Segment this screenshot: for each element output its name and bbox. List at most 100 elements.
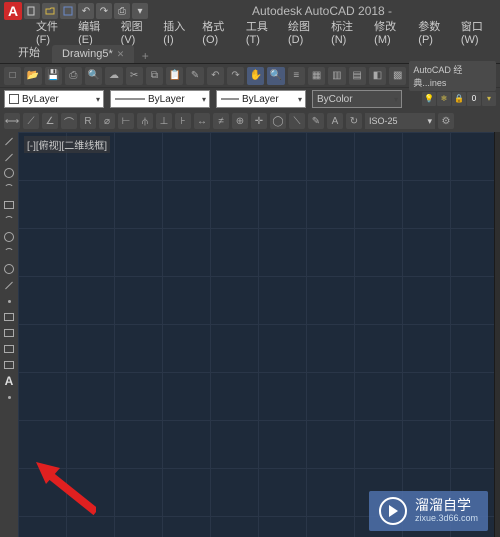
lock-icon[interactable]: 🔒 bbox=[452, 92, 466, 106]
markup-icon[interactable]: ◧ bbox=[369, 67, 386, 85]
plot-icon[interactable]: ⎙ bbox=[65, 67, 82, 85]
inspect-icon[interactable]: ◯ bbox=[270, 113, 286, 129]
menu-edit[interactable]: 编辑(E) bbox=[72, 18, 115, 46]
line-tool[interactable] bbox=[2, 134, 16, 148]
close-icon[interactable]: ✕ bbox=[117, 49, 125, 60]
bulb-icon[interactable]: 💡 bbox=[422, 92, 436, 106]
tool-palette-icon[interactable]: ▥ bbox=[328, 67, 345, 85]
standard-toolbar: □ 📂 💾 ⎙ 🔍 ☁ ✂ ⧉ 📋 ✎ ↶ ↷ ✋ 🔍 ≡ ▦ ▥ ▤ ◧ ▩ … bbox=[0, 64, 500, 88]
new-icon[interactable] bbox=[24, 3, 40, 19]
watermark: 溜溜自学 zixue.3d66.com bbox=[369, 491, 488, 531]
layer-dropdown-icon[interactable]: ▾ bbox=[482, 92, 496, 106]
menu-draw[interactable]: 绘图(D) bbox=[282, 18, 325, 46]
ellipse-tool[interactable] bbox=[2, 230, 16, 244]
linetype-combo[interactable]: ByLayer bbox=[110, 90, 210, 108]
dim-angular-icon[interactable]: ∠ bbox=[42, 113, 58, 129]
menu-format[interactable]: 格式(O) bbox=[196, 18, 240, 46]
dim-arc-icon[interactable]: ⌒ bbox=[61, 113, 77, 129]
dim-aligned-icon[interactable]: ⟋ bbox=[23, 113, 39, 129]
point-tool[interactable] bbox=[2, 294, 16, 308]
tolerance-icon[interactable]: ⊕ bbox=[232, 113, 248, 129]
preview-icon[interactable]: 🔍 bbox=[85, 67, 102, 85]
dim-update-icon[interactable]: ↻ bbox=[346, 113, 362, 129]
app-logo: A bbox=[4, 2, 22, 20]
properties-icon[interactable]: ≡ bbox=[288, 67, 305, 85]
dimension-toolbar: ⟷ ⟋ ∠ ⌒ R ⌀ ⊢ ⫛ ⊥ ⊦ ↔ ≠ ⊕ ✛ ◯ ⟍ ✎ A ↻ IS… bbox=[0, 110, 500, 132]
circle-tool[interactable] bbox=[2, 166, 16, 180]
menu-insert[interactable]: 插入(I) bbox=[157, 18, 196, 46]
rectangle-tool[interactable] bbox=[2, 198, 16, 212]
pan-icon[interactable]: ✋ bbox=[247, 67, 264, 85]
dim-continue-icon[interactable]: ⊦ bbox=[175, 113, 191, 129]
arc-tool[interactable] bbox=[2, 182, 16, 196]
redo-icon[interactable]: ↷ bbox=[96, 3, 112, 19]
spline-tool[interactable] bbox=[2, 214, 16, 228]
viewport-label[interactable]: [-][俯视][二维线框] bbox=[24, 136, 110, 153]
region-tool[interactable] bbox=[2, 342, 16, 356]
workspace-selector[interactable]: AutoCAD 经典...ines bbox=[409, 61, 496, 91]
new-tab-button[interactable]: + bbox=[136, 49, 154, 63]
match-icon[interactable]: ✎ bbox=[186, 67, 203, 85]
redo-button-icon[interactable]: ↷ bbox=[227, 67, 244, 85]
ray-tool[interactable] bbox=[2, 278, 16, 292]
print-icon[interactable]: ⎙ bbox=[114, 3, 130, 19]
dimstyle-combo[interactable]: ISO-25 bbox=[365, 113, 435, 129]
dim-break-icon[interactable]: ≠ bbox=[213, 113, 229, 129]
right-strip[interactable] bbox=[494, 132, 500, 537]
save-file-icon[interactable]: 💾 bbox=[45, 67, 62, 85]
zoom-icon[interactable]: 🔍 bbox=[267, 67, 284, 85]
qat-dropdown-icon[interactable]: ▾ bbox=[132, 3, 148, 19]
table-tool[interactable] bbox=[2, 358, 16, 372]
paste-icon[interactable]: 📋 bbox=[166, 67, 183, 85]
dim-edit-icon[interactable]: ✎ bbox=[308, 113, 324, 129]
draw-toolbar: A bbox=[0, 132, 18, 537]
undo-icon[interactable]: ↶ bbox=[78, 3, 94, 19]
gradient-tool[interactable] bbox=[2, 326, 16, 340]
menu-tools[interactable]: 工具(T) bbox=[240, 18, 282, 46]
cut-icon[interactable]: ✂ bbox=[126, 67, 143, 85]
drawing-canvas[interactable]: [-][俯视][二维线框] 溜溜自学 zixue.3d66.com bbox=[18, 132, 494, 537]
revision-cloud-tool[interactable] bbox=[2, 262, 16, 276]
dim-text-edit-icon[interactable]: A bbox=[327, 113, 343, 129]
quickcalc-icon[interactable]: ▩ bbox=[389, 67, 406, 85]
menu-view[interactable]: 视图(V) bbox=[115, 18, 158, 46]
sheet-set-icon[interactable]: ▤ bbox=[349, 67, 366, 85]
center-mark-icon[interactable]: ✛ bbox=[251, 113, 267, 129]
dim-linear-icon[interactable]: ⟷ bbox=[4, 113, 20, 129]
dimstyle-manager-icon[interactable]: ⚙ bbox=[438, 113, 454, 129]
menu-parameter[interactable]: 参数(P) bbox=[412, 18, 455, 46]
polyline-tool[interactable] bbox=[2, 150, 16, 164]
ellipse-arc-tool[interactable] bbox=[2, 246, 16, 260]
addselect-tool[interactable] bbox=[2, 390, 16, 404]
tab-drawing[interactable]: Drawing5* ✕ bbox=[52, 45, 134, 63]
undo-button-icon[interactable]: ↶ bbox=[207, 67, 224, 85]
new-file-icon[interactable]: □ bbox=[4, 67, 21, 85]
freeze-icon[interactable]: ❄ bbox=[437, 92, 451, 106]
lineweight-value: ByLayer bbox=[242, 94, 279, 105]
design-center-icon[interactable]: ▦ bbox=[308, 67, 325, 85]
open-file-icon[interactable]: 📂 bbox=[24, 67, 41, 85]
layer-combo[interactable]: ByLayer bbox=[4, 90, 104, 108]
open-icon[interactable] bbox=[42, 3, 58, 19]
save-icon[interactable] bbox=[60, 3, 76, 19]
menu-window[interactable]: 窗口(W) bbox=[455, 18, 500, 46]
hatch-tool[interactable] bbox=[2, 310, 16, 324]
copy-icon[interactable]: ⧉ bbox=[146, 67, 163, 85]
color-combo[interactable]: ByColor bbox=[312, 90, 402, 108]
dim-diameter-icon[interactable]: ⌀ bbox=[99, 113, 115, 129]
text-tool[interactable]: A bbox=[2, 374, 16, 388]
window-title: Autodesk AutoCAD 2018 - bbox=[148, 4, 496, 18]
menu-modify[interactable]: 修改(M) bbox=[368, 18, 412, 46]
lineweight-combo[interactable]: ByLayer bbox=[216, 90, 306, 108]
publish-icon[interactable]: ☁ bbox=[105, 67, 122, 85]
dim-radius-icon[interactable]: R bbox=[80, 113, 96, 129]
menu-dimension[interactable]: 标注(N) bbox=[325, 18, 368, 46]
dim-jogged-icon[interactable]: ⫛ bbox=[137, 113, 153, 129]
tab-start[interactable]: 开始 bbox=[8, 41, 50, 63]
dim-space-icon[interactable]: ↔ bbox=[194, 113, 210, 129]
layer-zero-icon[interactable]: 0 bbox=[467, 92, 481, 106]
dim-ordinate-icon[interactable]: ⊢ bbox=[118, 113, 134, 129]
dim-baseline-icon[interactable]: ⊥ bbox=[156, 113, 172, 129]
jog-line-icon[interactable]: ⟍ bbox=[289, 113, 305, 129]
layer-combo-value: ByLayer bbox=[22, 94, 59, 105]
